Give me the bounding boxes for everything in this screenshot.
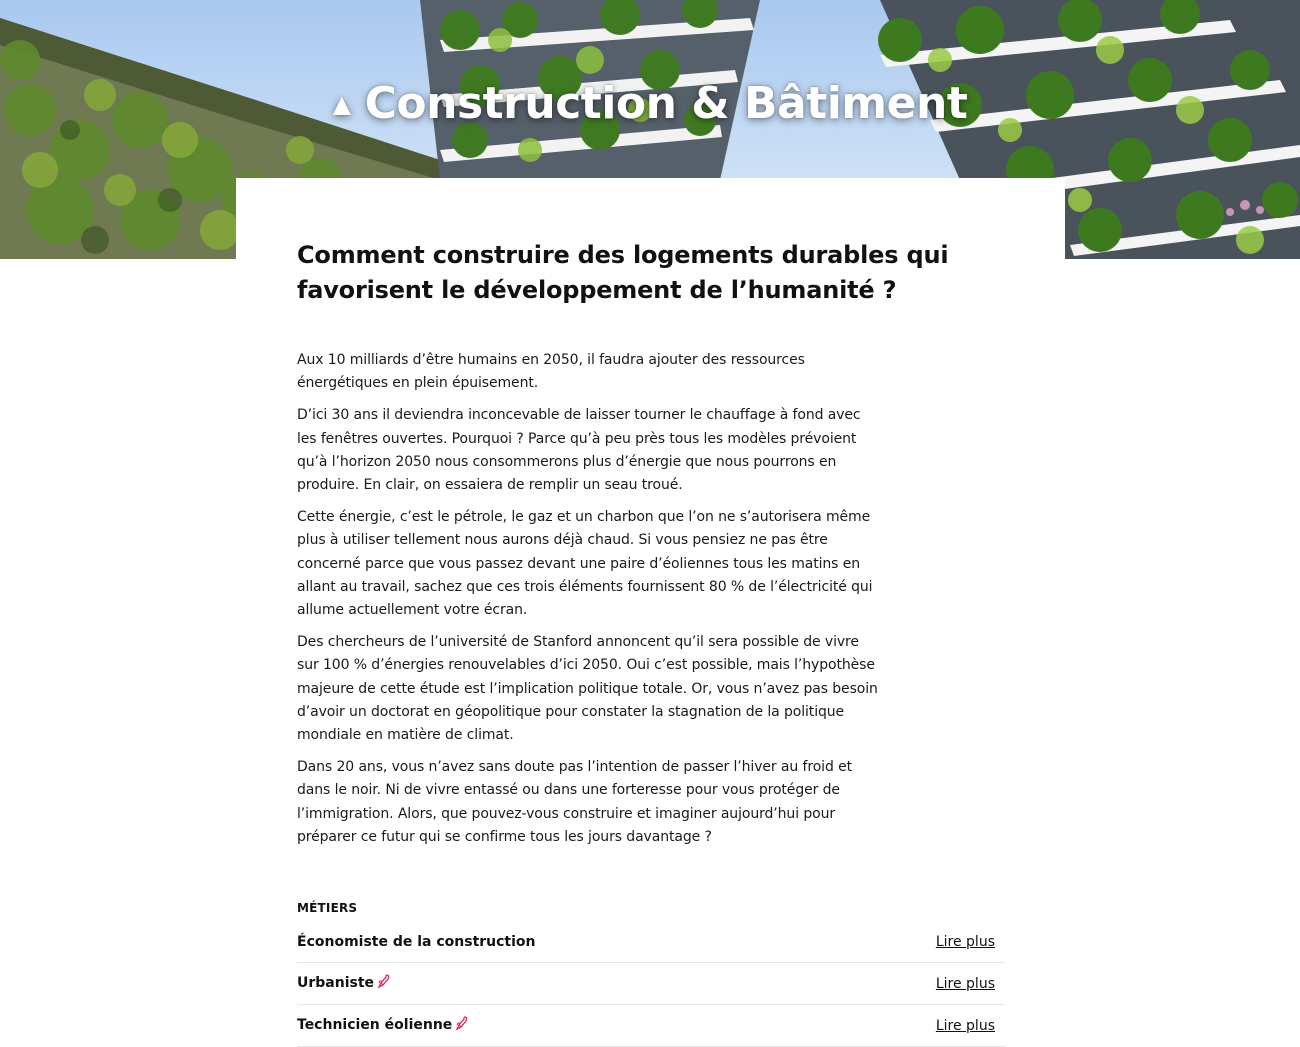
job-name: Économiste de la construction: [297, 933, 536, 950]
job-title: Urbaniste: [297, 973, 390, 994]
job-row: Technicien éolienne Lire plus: [297, 1005, 1005, 1047]
article-paragraph: Aux 10 milliards d’être humains en 2050,…: [297, 352, 805, 392]
job-name: Urbaniste: [297, 974, 375, 991]
read-more-link[interactable]: Lire plus: [936, 976, 995, 992]
read-more-link[interactable]: Lire plus: [936, 1018, 995, 1034]
article-heading: Comment construire des logements durable…: [297, 241, 949, 304]
article-paragraph: Cette énergie, c’est le pétrole, le gaz …: [297, 509, 873, 619]
job-row: Économiste de la construction Lire plus: [297, 921, 1005, 964]
article-paragraph: D’ici 30 ans il deviendra inconcevable d…: [297, 407, 861, 494]
job-title: Économiste de la construction: [297, 933, 536, 951]
job-row: Urbaniste Lire plus: [297, 963, 1005, 1006]
jobs-section-label: MÉTIERS: [297, 901, 358, 916]
rocket-icon: [455, 1015, 468, 1036]
article-paragraph: Dans 20 ans, vous n’avez sans doute pas …: [297, 759, 852, 845]
page-title-text: Construction & Bâtiment: [364, 78, 968, 129]
triangle-up-icon: ▲: [332, 90, 351, 118]
job-name: Technicien éolienne: [297, 1016, 453, 1033]
jobs-list: Économiste de la construction Lire plus …: [297, 921, 1005, 1047]
article-body: Aux 10 milliards d’être humains en 2050,…: [297, 349, 882, 849]
article-paragraph: Des chercheurs de l’université de Stanfo…: [297, 634, 878, 744]
rocket-icon: [377, 973, 390, 994]
article: Comment construire des logements durable…: [297, 238, 1005, 1047]
read-more-link[interactable]: Lire plus: [936, 934, 995, 950]
page-title: ▲ Construction & Bâtiment: [0, 78, 1300, 129]
job-title: Technicien éolienne: [297, 1015, 468, 1036]
